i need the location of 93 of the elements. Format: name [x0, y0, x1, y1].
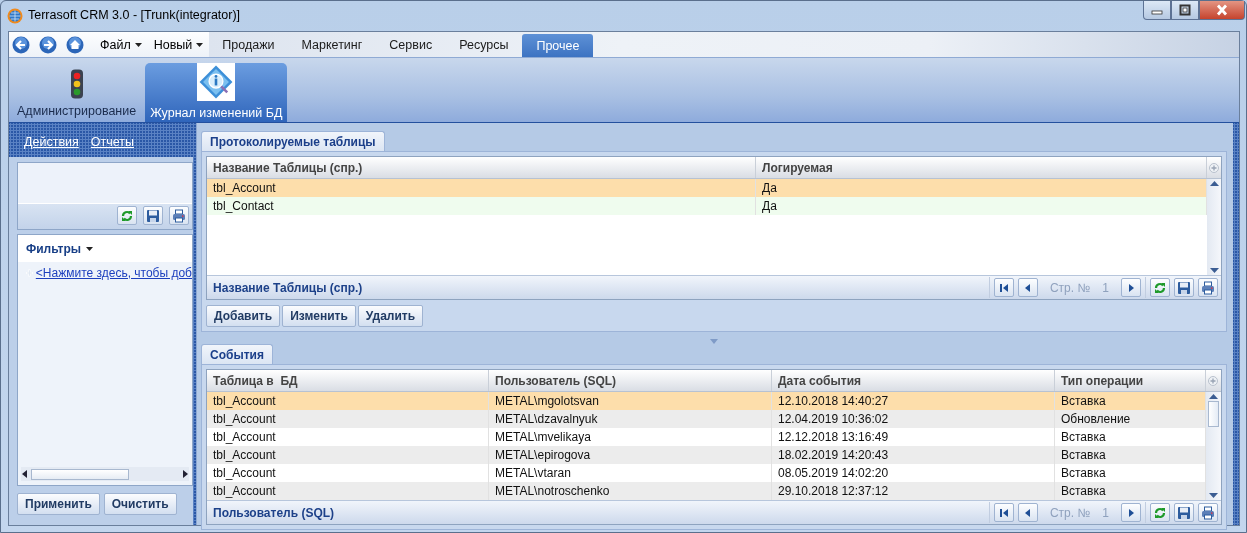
- refresh-icon: [1153, 280, 1167, 295]
- plus-icon: [26, 268, 33, 278]
- column-header[interactable]: Дата события: [772, 370, 1055, 391]
- up-arrow-icon: [1209, 181, 1219, 186]
- maximize-icon: [1178, 4, 1192, 16]
- print-button[interactable]: [169, 206, 189, 225]
- up-arrow-icon: [1209, 394, 1218, 399]
- scrollbar-thumb[interactable]: [1208, 401, 1219, 427]
- section-tab[interactable]: Ресурсы: [446, 32, 523, 57]
- previous-page-button[interactable]: [1017, 503, 1038, 522]
- back-icon[interactable]: [12, 35, 30, 54]
- save-icon: [1177, 280, 1191, 295]
- first-page-button[interactable]: [993, 278, 1014, 297]
- footer-label: Название Таблицы (спр.): [213, 280, 364, 295]
- caret-icon: [86, 247, 94, 251]
- down-arrow-icon: [1209, 268, 1219, 273]
- page-label: Стр. №: [1049, 280, 1091, 295]
- close-icon: [1215, 4, 1229, 16]
- section-tab[interactable]: Сервис: [376, 32, 447, 57]
- save-button[interactable]: [143, 206, 163, 225]
- table-row[interactable]: tbl_Account METAL\mgolotsvan 12.10.2018 14:40:27 Вставка: [207, 392, 1206, 410]
- window-title: Terrasoft CRM 3.0 - [Trunk(integrator)]: [28, 8, 242, 22]
- printer-icon: [1201, 280, 1215, 295]
- column-header[interactable]: Таблица в БД: [207, 370, 489, 391]
- panel-tab[interactable]: События: [201, 344, 273, 364]
- first-page-icon: [998, 507, 1009, 518]
- home-icon[interactable]: [66, 35, 84, 54]
- caret-icon: [134, 42, 142, 47]
- filters-title[interactable]: Фильтры: [26, 242, 82, 256]
- save-button[interactable]: [1174, 503, 1194, 522]
- column-header[interactable]: Тип операции: [1055, 370, 1206, 391]
- page-number: 1: [1102, 280, 1109, 295]
- add-filter-link[interactable]: <Нажмите здесь, чтобы доб: [35, 266, 192, 280]
- caret-icon: [196, 42, 204, 47]
- next-page-icon: [1126, 282, 1136, 293]
- first-page-icon: [998, 282, 1009, 293]
- table-row[interactable]: tbl_Account METAL\notroschenko 29.10.2018 12:37:12 Вставка: [207, 482, 1206, 500]
- save-icon: [1177, 505, 1191, 520]
- table-cell: tbl_Contact: [207, 197, 756, 215]
- action-link[interactable]: Отчеты: [90, 135, 134, 157]
- column-header[interactable]: Пользователь (SQL): [489, 370, 772, 391]
- save-button[interactable]: [1174, 278, 1194, 297]
- refresh-icon: [120, 208, 134, 223]
- ribbon-button[interactable]: Журнал изменений БД: [145, 63, 288, 122]
- panel-tab[interactable]: Протоколируемые таблицы: [201, 131, 385, 151]
- horizontal-scrollbar[interactable]: [21, 467, 189, 481]
- section-tab[interactable]: Маркетинг: [288, 32, 377, 57]
- previous-page-button[interactable]: [1017, 278, 1038, 297]
- refresh-button[interactable]: [1150, 278, 1170, 297]
- action-link[interactable]: Действия: [24, 135, 79, 157]
- close-button[interactable]: [1199, 1, 1245, 20]
- page-number: 1: [1102, 505, 1109, 520]
- printer-icon: [172, 208, 186, 223]
- refresh-button[interactable]: [1150, 503, 1170, 522]
- splitter-arrow-icon: [710, 339, 718, 344]
- ribbon-button[interactable]: Администрирование: [12, 63, 142, 122]
- right-arrow-icon: [182, 470, 189, 478]
- table-row[interactable]: tbl_Contact Да: [207, 197, 1207, 215]
- minimize-button[interactable]: [1143, 1, 1171, 20]
- menu-button[interactable]: Новый: [147, 32, 210, 57]
- print-button[interactable]: [1198, 503, 1218, 522]
- globe-icon: [7, 8, 23, 24]
- page-label: Стр. №: [1049, 505, 1091, 520]
- print-button[interactable]: [1198, 278, 1218, 297]
- footer-label: Пользователь (SQL): [213, 505, 336, 520]
- table-row[interactable]: tbl_Account Да: [207, 179, 1207, 197]
- vertical-scrollbar[interactable]: [1207, 179, 1221, 275]
- menu-button[interactable]: Файл: [94, 32, 148, 57]
- grid-action-button[interactable]: Изменить: [282, 305, 356, 327]
- left-arrow-icon: [21, 470, 28, 478]
- section-tab[interactable]: Продажи: [209, 32, 289, 57]
- grid-action-button[interactable]: Добавить: [206, 305, 281, 327]
- filter-button[interactable]: Применить: [17, 493, 100, 515]
- grid-action-button[interactable]: Удалить: [357, 305, 424, 327]
- next-page-button[interactable]: [1121, 503, 1141, 522]
- refresh-button[interactable]: [117, 206, 137, 225]
- table-row[interactable]: tbl_Account METAL\epirogova 18.02.2019 14:20:43 Вставка: [207, 446, 1206, 464]
- next-page-button[interactable]: [1121, 278, 1141, 297]
- column-header[interactable]: Название Таблицы (спр.): [207, 157, 756, 178]
- down-arrow-icon: [1209, 493, 1218, 498]
- refresh-icon: [1153, 505, 1167, 520]
- printer-icon: [1201, 505, 1215, 520]
- section-tab[interactable]: Прочее: [522, 34, 594, 57]
- table-row[interactable]: tbl_Account METAL\dzavalnyuk 12.04.2019 10:36:02 Обновление: [207, 410, 1206, 428]
- traffic-light-icon: [69, 69, 84, 99]
- maximize-button[interactable]: [1171, 1, 1199, 20]
- vertical-scrollbar[interactable]: [1206, 392, 1221, 500]
- save-icon: [146, 208, 160, 223]
- first-page-button[interactable]: [993, 503, 1014, 522]
- column-header[interactable]: Логируемая: [756, 157, 1207, 178]
- forward-icon[interactable]: [39, 35, 57, 54]
- next-page-icon: [1126, 507, 1136, 518]
- filter-button[interactable]: Очистить: [103, 493, 177, 515]
